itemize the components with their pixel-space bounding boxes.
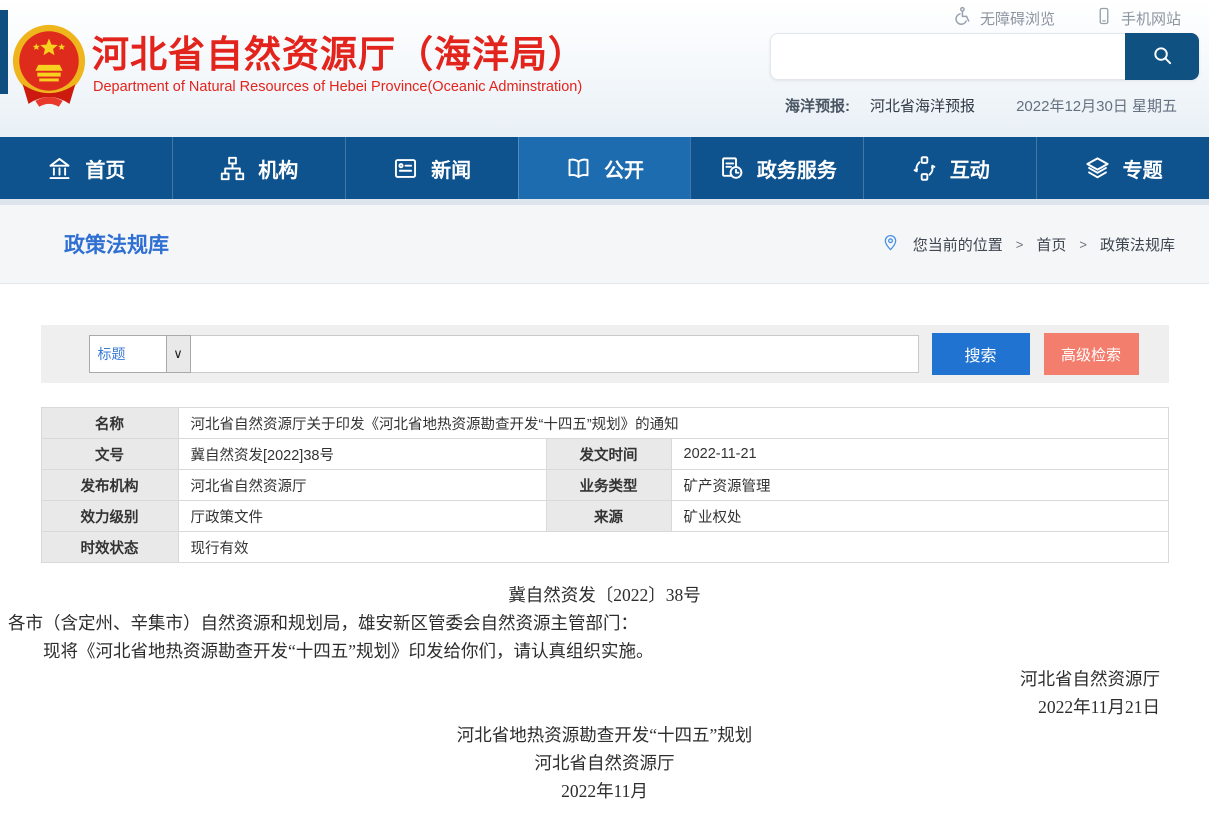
meta-name-label: 名称 [41,408,178,439]
breadcrumb: 您当前的位置 > 首页 > 政策法规库 [881,233,1175,256]
breadcrumb-item-current[interactable]: 政策法规库 [1100,234,1175,255]
nav-item-label: 新闻 [431,154,471,183]
mobile-site-link[interactable]: 手机网站 [1095,6,1181,30]
meta-docno-label: 文号 [41,439,178,470]
table-row: 文号 冀自然资发[2022]38号 发文时间 2022-11-21 [41,439,1168,470]
site-title: 河北省自然资源厅（海洋局） [92,24,586,78]
table-row: 名称 河北省自然资源厅关于印发《河北省地热资源勘查开发“十四五”规划》的通知 [41,408,1168,439]
current-date: 2022年12月30日 星期五 [1016,95,1177,116]
nav-item-public[interactable]: 公开 [518,137,691,199]
header-search-input[interactable] [770,33,1125,80]
nav-item-topics[interactable]: 专题 [1036,137,1209,199]
breadcrumb-item-home[interactable]: 首页 [1036,234,1066,255]
meta-name-value: 河北省自然资源厅关于印发《河北省地热资源勘查开发“十四五”规划》的通知 [178,408,1168,439]
search-icon [1151,44,1174,70]
accessibility-link[interactable]: 无障碍浏览 [952,6,1055,30]
main-nav: 首页 机构 新闻 公开 政务服务 互动 专题 [0,137,1209,199]
plan-title: 河北省地热资源勘查开发“十四五”规划 [0,721,1209,749]
forecast-link[interactable]: 河北省海洋预报 [870,95,975,116]
nav-item-label: 首页 [85,154,125,183]
doc-body-paragraph: 现将《河北省地热资源勘查开发“十四五”规划》印发给你们，请认真组织实施。 [0,637,1209,665]
location-pin-icon [881,233,900,256]
meta-status-value: 现行有效 [178,532,1168,563]
site-subtitle: Department of Natural Resources of Hebei… [93,79,582,95]
nav-item-org[interactable]: 机构 [172,137,345,199]
doc-salutation: 各市（含定州、辛集市）自然资源和规划局，雄安新区管委会自然资源主管部门： [0,609,1209,637]
meta-level-value: 厅政策文件 [178,501,546,532]
doc-signoff-agency: 河北省自然资源厅 [0,665,1209,693]
table-row: 效力级别 厅政策文件 来源 矿业权处 [41,501,1168,532]
header-search-button[interactable] [1125,33,1199,80]
search-field-selected-value: 标题 [90,336,166,372]
plan-agency: 河北省自然资源厅 [0,749,1209,777]
nav-item-services[interactable]: 政务服务 [690,137,863,199]
ocean-forecast-row: 海洋预报: 河北省海洋预报 2022年12月30日 星期五 [785,95,1177,116]
breadcrumb-location-label: 您当前的位置 [913,234,1003,255]
search-field-select[interactable]: 标题 ∨ [89,335,191,373]
nav-item-label: 互动 [950,154,990,183]
meta-type-label: 业务类型 [546,470,671,501]
header-search [770,33,1199,80]
meta-status-label: 时效状态 [41,532,178,563]
nav-item-label: 政务服务 [757,154,837,183]
doc-search-bar: 标题 ∨ 搜索 高级检索 [41,325,1169,383]
mobile-site-label: 手机网站 [1121,8,1181,29]
plan-date: 2022年11月 [0,777,1209,805]
mobile-phone-icon [1095,6,1113,30]
accessibility-icon [952,6,972,30]
meta-type-value: 矿产资源管理 [671,470,1168,501]
breadcrumb-separator: > [1079,237,1087,252]
forecast-label: 海洋预报: [785,95,850,116]
search-button[interactable]: 搜索 [932,333,1030,375]
page-title: 政策法规库 [64,229,169,259]
org-icon [219,155,246,182]
meta-source-value: 矿业权处 [671,501,1168,532]
nav-item-label: 机构 [258,154,298,183]
meta-issue-label: 发文时间 [546,439,671,470]
meta-level-label: 效力级别 [41,501,178,532]
interact-icon [911,155,938,182]
table-row: 发布机构 河北省自然资源厅 业务类型 矿产资源管理 [41,470,1168,501]
nav-item-interact[interactable]: 互动 [863,137,1036,199]
chevron-down-icon: ∨ [166,336,190,372]
document-content: 冀自然资发〔2022〕38号 各市（含定州、辛集市）自然资源和规划局，雄安新区管… [0,581,1209,805]
side-widget-strip [0,10,8,94]
breadcrumb-separator: > [1016,237,1024,252]
national-emblem-logo [10,20,88,108]
doc-signoff-date: 2022年11月21日 [0,693,1209,721]
meta-issue-value: 2022-11-21 [671,439,1168,470]
services-icon [718,155,745,182]
nav-item-news[interactable]: 新闻 [345,137,518,199]
advanced-search-button[interactable]: 高级检索 [1044,333,1139,375]
meta-agency-label: 发布机构 [41,470,178,501]
meta-docno-value: 冀自然资发[2022]38号 [178,439,546,470]
topics-icon [1084,155,1111,182]
nav-item-home[interactable]: 首页 [0,137,172,199]
site-header: 河北省自然资源厅（海洋局） Department of Natural Reso… [0,0,1209,137]
home-icon [46,155,73,182]
meta-source-label: 来源 [546,501,671,532]
table-row: 时效状态 现行有效 [41,532,1168,563]
breadcrumb-band: 政策法规库 您当前的位置 > 首页 > 政策法规库 [0,205,1209,284]
doc-search-input[interactable] [191,335,919,373]
meta-agency-value: 河北省自然资源厅 [178,470,546,501]
doc-number-line: 冀自然资发〔2022〕38号 [0,581,1209,609]
open-book-icon [565,155,592,182]
news-icon [392,155,419,182]
nav-item-label: 专题 [1123,154,1163,183]
accessibility-label: 无障碍浏览 [980,8,1055,29]
header-quick-links: 无障碍浏览 手机网站 [952,6,1181,30]
nav-item-label: 公开 [604,154,644,183]
document-meta-table: 名称 河北省自然资源厅关于印发《河北省地热资源勘查开发“十四五”规划》的通知 文… [41,407,1169,563]
